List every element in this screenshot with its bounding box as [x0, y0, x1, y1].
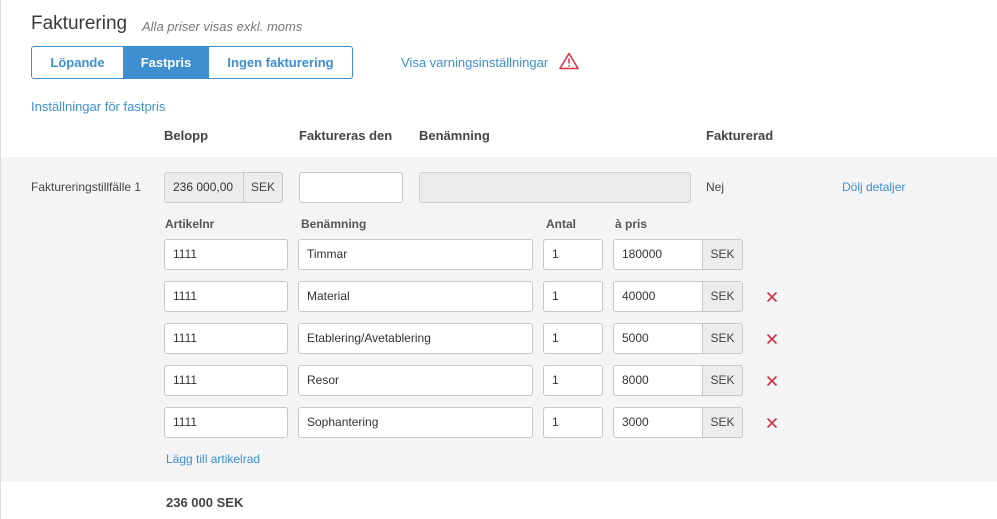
occasion-amount-field: 236 000,00: [164, 172, 243, 203]
article-qty-input[interactable]: 1: [543, 323, 603, 354]
total-amount: 236 000 SEK: [166, 495, 244, 510]
close-icon[interactable]: [766, 333, 778, 345]
billing-mode-lopande-button[interactable]: Löpande: [31, 46, 124, 79]
article-qty-input[interactable]: 1: [543, 407, 603, 438]
article-qty-input[interactable]: 1: [543, 365, 603, 396]
article-column-header-qty: Antal: [546, 217, 576, 231]
add-article-row-link[interactable]: Lägg till artikelrad: [166, 452, 260, 466]
occasion-currency-suffix: SEK: [243, 172, 283, 203]
billing-mode-fastpris-button[interactable]: Fastpris: [124, 46, 209, 79]
article-currency-suffix: SEK: [702, 239, 743, 270]
article-price-input[interactable]: 40000: [613, 281, 702, 312]
article-column-header-unit-price: à pris: [615, 217, 648, 231]
article-price-input[interactable]: 8000: [613, 365, 702, 396]
warning-triangle-icon[interactable]: [559, 52, 579, 70]
column-header-billed: Fakturerad: [706, 128, 774, 143]
article-column-header-name: Benämning: [301, 217, 367, 231]
column-header-name: Benämning: [419, 128, 490, 143]
article-price-input[interactable]: 180000: [613, 239, 702, 270]
close-icon[interactable]: [766, 291, 778, 303]
article-column-header-number: Artikelnr: [165, 217, 215, 231]
article-currency-suffix: SEK: [702, 281, 743, 312]
article-number-input[interactable]: 1111: [164, 323, 288, 354]
billed-status: Nej: [706, 180, 725, 194]
column-header-billed-on: Faktureras den: [299, 128, 393, 143]
article-currency-suffix: SEK: [702, 365, 743, 396]
article-price-input[interactable]: 3000: [613, 407, 702, 438]
article-name-input[interactable]: Sophantering: [298, 407, 533, 438]
billing-mode-selector: Löpande Fastpris Ingen fakturering: [31, 46, 353, 79]
article-currency-suffix: SEK: [702, 323, 743, 354]
article-number-input[interactable]: 1111: [164, 281, 288, 312]
page-subtitle: Alla priser visas exkl. moms: [142, 19, 303, 34]
fixed-price-settings-link[interactable]: Inställningar för fastpris: [31, 99, 165, 114]
billing-mode-ingen-button[interactable]: Ingen fakturering: [209, 46, 353, 79]
article-name-input[interactable]: Material: [298, 281, 533, 312]
warning-settings-link[interactable]: Visa varningsinställningar: [401, 55, 548, 70]
article-number-input[interactable]: 1111: [164, 407, 288, 438]
column-header-amount: Belopp: [164, 128, 209, 143]
billing-occasion-label: Faktureringstillfälle 1: [31, 180, 142, 194]
page-title: Fakturering: [31, 13, 128, 34]
article-number-input[interactable]: 1111: [164, 365, 288, 396]
article-qty-input[interactable]: 1: [543, 281, 603, 312]
occasion-name-input: [419, 172, 691, 203]
hide-details-link[interactable]: Dölj detaljer: [842, 180, 905, 194]
article-name-input[interactable]: Etablering/Avetablering: [298, 323, 533, 354]
close-icon[interactable]: [766, 375, 778, 387]
article-price-input[interactable]: 5000: [613, 323, 702, 354]
article-number-input[interactable]: 1111: [164, 239, 288, 270]
article-name-input[interactable]: Timmar: [298, 239, 533, 270]
billed-on-date-input[interactable]: [299, 172, 403, 203]
close-icon[interactable]: [766, 417, 778, 429]
article-qty-input[interactable]: 1: [543, 239, 603, 270]
article-name-input[interactable]: Resor: [298, 365, 533, 396]
article-currency-suffix: SEK: [702, 407, 743, 438]
